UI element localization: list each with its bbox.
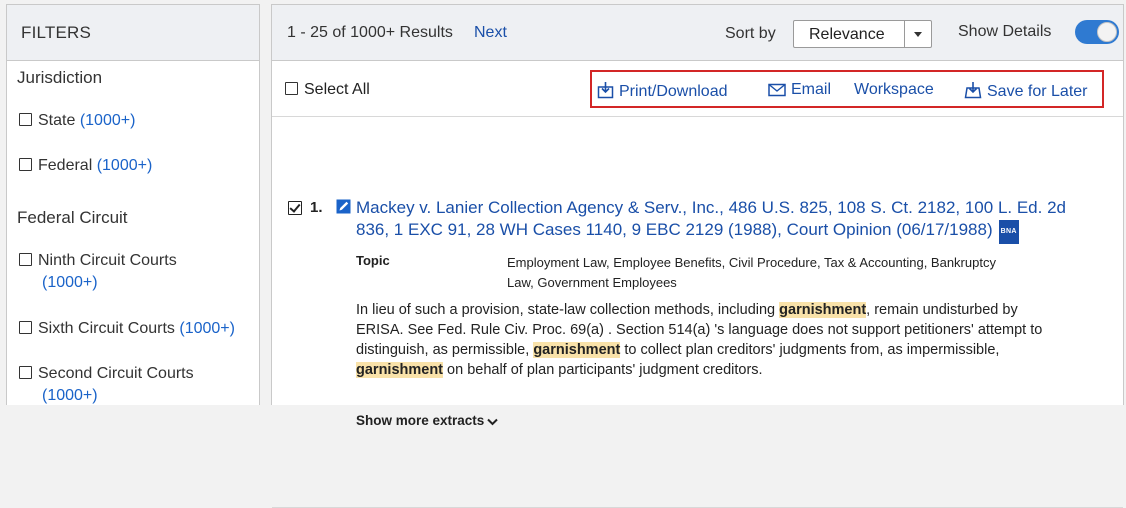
filter-federal[interactable]: Federal (1000+): [19, 155, 152, 177]
results-count: 1 - 25 of 1000+ Results: [287, 24, 453, 41]
show-more-label: Show more extracts: [356, 413, 485, 428]
filter-count: (1000+): [96, 157, 153, 174]
envelope-icon: [768, 83, 786, 97]
select-all-label: Select All: [304, 81, 370, 98]
filter-group-federal-circuit: Federal Circuit: [17, 208, 128, 227]
toggle-knob: [1097, 22, 1117, 42]
filter-label: State: [38, 112, 76, 129]
email-label: Email: [791, 81, 832, 98]
extract-text: on behalf of plan participants' judgment…: [443, 362, 763, 378]
filter-label: Ninth Circuit Courts: [38, 252, 177, 269]
extract-text: to collect plan creditors' judgments fro…: [620, 342, 1000, 358]
search-term-highlight: garnishment: [356, 362, 444, 378]
result-number: 1.: [310, 199, 323, 216]
filter-count: (1000+): [42, 387, 98, 404]
sort-select[interactable]: Relevance: [793, 20, 932, 48]
checkbox[interactable]: [19, 253, 32, 266]
filter-ninth-circuit[interactable]: Ninth Circuit Courts (1000+): [19, 250, 177, 294]
save-for-later-icon: [964, 82, 982, 99]
case-title-link[interactable]: Mackey v. Lanier Collection Agency & Ser…: [356, 197, 1076, 244]
email-button[interactable]: Email: [768, 81, 831, 99]
chevron-down-icon: [487, 418, 499, 426]
select-all-checkbox[interactable]: [285, 82, 298, 95]
filters-sidebar: FILTERS Jurisdiction State (1000+) Feder…: [6, 4, 260, 405]
filter-state[interactable]: State (1000+): [19, 110, 135, 132]
next-page-link[interactable]: Next: [474, 24, 507, 42]
actions-highlight-box: Print/Download Email Workspace Save for …: [590, 70, 1104, 108]
filter-count: (1000+): [42, 274, 98, 291]
caret-down-icon: [914, 31, 922, 37]
results-panel: 1 - 25 of 1000+ Results Next Sort by Rel…: [271, 4, 1124, 508]
filter-label: Sixth Circuit Courts: [38, 320, 175, 337]
search-term-highlight: garnishment: [533, 342, 621, 358]
sort-dropdown-button[interactable]: [904, 21, 931, 47]
workspace-button[interactable]: Workspace: [854, 81, 934, 99]
filters-header: FILTERS: [7, 5, 259, 61]
show-more-extracts-button[interactable]: Show more extracts: [356, 413, 499, 428]
checkbox[interactable]: [19, 158, 32, 171]
filter-count: (1000+): [79, 112, 136, 129]
filter-count: (1000+): [179, 320, 235, 337]
checkbox[interactable]: [19, 321, 32, 334]
action-bar: Select All Print/Download Email Workspac…: [272, 61, 1123, 117]
print-download-label: Print/Download: [619, 83, 728, 100]
filter-second-circuit[interactable]: Second Circuit Courts (1000+): [19, 363, 194, 407]
result-extract: In lieu of such a provision, state-law c…: [356, 300, 1056, 380]
sort-label: Sort by: [725, 25, 776, 42]
topic-label: Topic: [356, 253, 390, 268]
filter-sixth-circuit[interactable]: Sixth Circuit Courts (1000+): [19, 318, 235, 340]
filter-label: Federal: [38, 157, 93, 174]
sort-value: Relevance: [809, 26, 885, 43]
case-title-text: Mackey v. Lanier Collection Agency & Ser…: [356, 198, 1066, 239]
show-details-toggle[interactable]: [1075, 20, 1119, 44]
results-toolbar: 1 - 25 of 1000+ Results Next Sort by Rel…: [272, 5, 1123, 61]
show-details-label: Show Details: [958, 23, 1052, 40]
checkbox[interactable]: [19, 113, 32, 126]
filter-group-jurisdiction: Jurisdiction: [17, 68, 103, 87]
checkbox[interactable]: [19, 366, 32, 379]
search-term-highlight: garnishment: [779, 302, 867, 318]
topic-value: Employment Law, Employee Benefits, Civil…: [507, 255, 996, 290]
save-for-later-label: Save for Later: [987, 83, 1088, 100]
select-all[interactable]: Select All: [285, 81, 370, 99]
print-download-button[interactable]: Print/Download: [597, 81, 728, 101]
extract-text: In lieu of such a provision, state-law c…: [356, 302, 780, 318]
edit-note-icon[interactable]: [336, 199, 351, 219]
result-checkbox[interactable]: [288, 201, 302, 215]
filter-label: Second Circuit Courts: [38, 365, 194, 382]
print-download-icon: [597, 82, 614, 99]
bna-badge: BNA: [998, 220, 1019, 244]
save-for-later-button[interactable]: Save for Later: [964, 81, 1088, 101]
